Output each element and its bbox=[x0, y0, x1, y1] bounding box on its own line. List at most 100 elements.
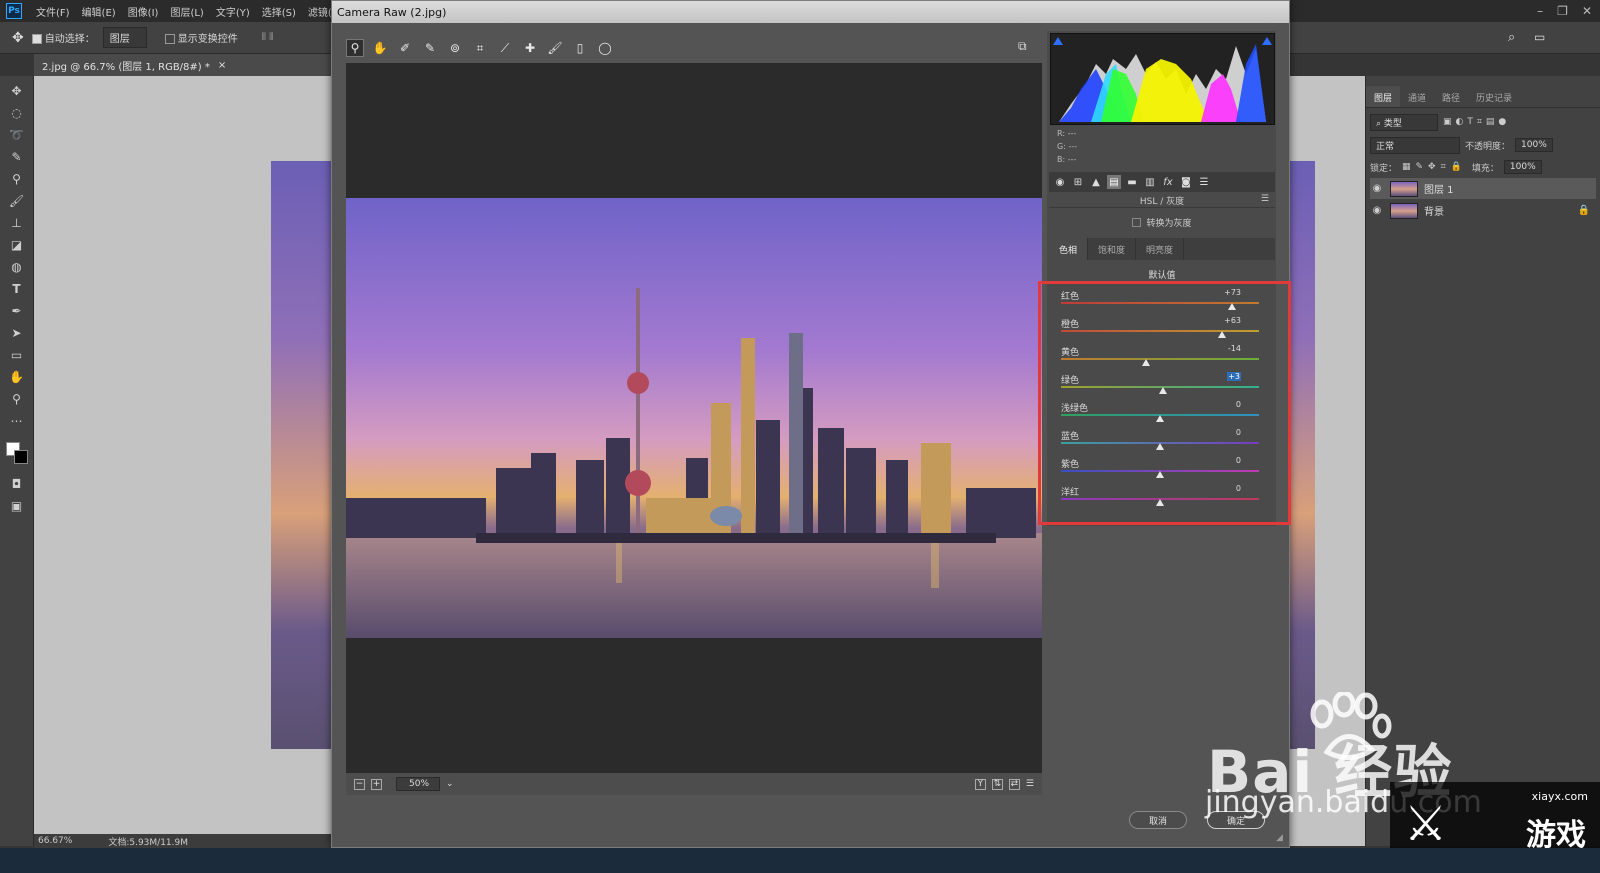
menu-edit[interactable]: 编辑(E) bbox=[76, 4, 122, 19]
copy-settings-icon[interactable]: ⇄ bbox=[1008, 778, 1020, 790]
hand-tool-icon[interactable]: ✋ bbox=[8, 368, 26, 385]
search-icon[interactable]: ⌕ bbox=[1508, 30, 1515, 45]
more-tools-icon[interactable]: ⋯ bbox=[8, 412, 26, 429]
show-transform-checkbox[interactable]: 显示变换控件 bbox=[164, 30, 238, 45]
lock-label: 锁定： bbox=[1370, 163, 1398, 174]
split-toning-panel-icon[interactable]: ▬ bbox=[1125, 175, 1139, 189]
checkbox-box[interactable] bbox=[1132, 217, 1142, 227]
preview-settings-icon[interactable]: ☰ bbox=[1026, 779, 1034, 790]
zoom-level-select[interactable]: 50% bbox=[396, 777, 441, 791]
marquee-tool-icon[interactable]: ◌ bbox=[8, 104, 26, 121]
zoom-in-button[interactable]: + bbox=[371, 778, 382, 790]
color-sampler-tool-icon[interactable]: ✎ bbox=[421, 39, 439, 57]
view-mode-icons: Y ⇅ ⇄ ☰ bbox=[974, 778, 1034, 790]
auto-select-checkbox[interactable]: 自动选择： bbox=[31, 30, 95, 45]
tab-channels[interactable]: 通道 bbox=[1400, 86, 1434, 107]
auto-select-dropdown[interactable]: 图层 bbox=[102, 27, 147, 48]
camera-calibration-icon[interactable]: ◙ bbox=[1179, 175, 1193, 189]
lens-panel-icon[interactable]: ▥ bbox=[1143, 175, 1157, 189]
open-preferences-icon[interactable]: ⧉ bbox=[1018, 39, 1034, 55]
blend-row: 正常 不透明度： 100% bbox=[1370, 136, 1596, 154]
tab-hue[interactable]: 色相 bbox=[1049, 238, 1089, 260]
workspace-icon[interactable]: ▭ bbox=[1534, 30, 1545, 44]
document-tab[interactable]: 2.jpg @ 66.7% (图层 1, RGB/8#) * × bbox=[34, 54, 334, 76]
crop-tool-icon[interactable]: ⌗ bbox=[471, 39, 489, 57]
filter-kind-select[interactable]: ⌕ 类型 bbox=[1370, 113, 1438, 131]
type-tool-icon[interactable]: T bbox=[8, 280, 26, 297]
layer-row[interactable]: ◉ 背景 🔒 bbox=[1370, 200, 1596, 221]
pen-tool-icon[interactable]: ✒ bbox=[8, 302, 26, 319]
tab-luminance[interactable]: 明亮度 bbox=[1136, 238, 1185, 260]
detail-panel-icon[interactable]: ▲ bbox=[1089, 175, 1103, 189]
adjustment-brush-icon[interactable]: 🖌 bbox=[546, 39, 564, 57]
basic-panel-icon[interactable]: ◉ bbox=[1053, 175, 1067, 189]
presets-panel-icon[interactable]: ☰ bbox=[1197, 175, 1211, 189]
eyedropper-tool-icon[interactable]: ⚲ bbox=[8, 170, 26, 187]
menu-type[interactable]: 文字(Y) bbox=[210, 4, 256, 19]
chevron-down-icon[interactable]: ⌄ bbox=[446, 779, 454, 789]
menu-image[interactable]: 图像(I) bbox=[122, 4, 165, 19]
move-tool-icon[interactable]: ✥ bbox=[8, 82, 26, 99]
quick-mask-icon[interactable]: ◘ bbox=[8, 475, 26, 492]
restore-icon[interactable]: ❐ bbox=[1557, 4, 1568, 18]
hand-tool-icon[interactable]: ✋ bbox=[371, 39, 389, 57]
background-color[interactable] bbox=[13, 450, 28, 464]
path-select-tool-icon[interactable]: ➤ bbox=[8, 324, 26, 341]
fill-input[interactable]: 100% bbox=[1503, 160, 1542, 174]
visibility-eye-icon[interactable]: ◉ bbox=[1370, 205, 1384, 216]
eraser-tool-icon[interactable]: ◪ bbox=[8, 236, 26, 253]
menu-select[interactable]: 选择(S) bbox=[256, 4, 302, 19]
lasso-tool-icon[interactable]: ➰ bbox=[8, 126, 26, 143]
opacity-input[interactable]: 100% bbox=[1515, 138, 1553, 152]
convert-grayscale-checkbox[interactable]: 转换为灰度 bbox=[1049, 214, 1275, 230]
stamp-tool-icon[interactable]: ⊥ bbox=[8, 214, 26, 231]
spot-removal-tool-icon[interactable]: ✚ bbox=[521, 39, 539, 57]
shape-tool-icon[interactable]: ▭ bbox=[8, 346, 26, 363]
filter-icons[interactable]: ▣◐T⌗▤● bbox=[1443, 117, 1510, 127]
resize-grip-icon[interactable]: ◢ bbox=[1276, 833, 1283, 843]
move-tool-icon[interactable]: ✥ bbox=[12, 30, 24, 46]
lock-icons[interactable]: ▦✎✥⌗🔒 bbox=[1402, 162, 1467, 172]
straighten-tool-icon[interactable]: ⟋ bbox=[496, 39, 514, 57]
zoom-tool-icon[interactable]: ⚲ bbox=[346, 39, 364, 57]
tab-layers[interactable]: 图层 bbox=[1366, 86, 1401, 107]
hsl-panel-icon[interactable]: ▤ bbox=[1107, 175, 1121, 189]
shadow-clipping-icon[interactable] bbox=[1053, 37, 1063, 45]
targeted-adjust-tool-icon[interactable]: ⊚ bbox=[446, 39, 464, 57]
layer-name: 图层 1 bbox=[1424, 185, 1454, 196]
minimize-icon[interactable]: – bbox=[1537, 4, 1543, 18]
bucket-tool-icon[interactable]: ◍ bbox=[8, 258, 26, 275]
swap-settings-icon[interactable]: ⇅ bbox=[991, 778, 1003, 790]
zoom-out-button[interactable]: − bbox=[354, 778, 365, 790]
tone-curve-panel-icon[interactable]: ⊞ bbox=[1071, 175, 1085, 189]
default-link[interactable]: 默认值 bbox=[1049, 268, 1275, 281]
panel-tab-icons: ◉ ⊞ ▲ ▤ ▬ ▥ fx ◙ ☰ bbox=[1049, 172, 1275, 192]
zoom-tool-icon[interactable]: ⚲ bbox=[8, 390, 26, 407]
tab-saturation[interactable]: 饱和度 bbox=[1088, 238, 1137, 260]
visibility-eye-icon[interactable]: ◉ bbox=[1370, 183, 1384, 194]
before-after-icon[interactable]: Y bbox=[974, 778, 986, 790]
tab-history[interactable]: 历史记录 bbox=[1468, 86, 1520, 107]
menu-file[interactable]: 文件(F) bbox=[30, 4, 76, 19]
quick-select-tool-icon[interactable]: ✎ bbox=[8, 148, 26, 165]
tab-paths[interactable]: 路径 bbox=[1434, 86, 1468, 107]
highlight-clipping-icon[interactable] bbox=[1262, 37, 1272, 45]
g-label: G: bbox=[1057, 142, 1066, 151]
white-balance-tool-icon[interactable]: ✐ bbox=[396, 39, 414, 57]
panel-menu-icon[interactable]: ☰ bbox=[1261, 194, 1269, 204]
dialog-titlebar: Camera Raw (2.jpg) bbox=[332, 1, 1289, 23]
close-icon[interactable]: ✕ bbox=[1582, 4, 1592, 18]
cancel-button[interactable]: 取消 bbox=[1129, 811, 1187, 829]
close-tab-icon[interactable]: × bbox=[218, 60, 226, 71]
effects-panel-icon[interactable]: fx bbox=[1161, 175, 1175, 189]
screen-mode-icon[interactable]: ▣ bbox=[8, 497, 26, 514]
radial-filter-icon[interactable]: ◯ bbox=[596, 39, 614, 57]
layer-row[interactable]: ◉ 图层 1 bbox=[1370, 178, 1596, 199]
menu-layer[interactable]: 图层(L) bbox=[164, 4, 209, 19]
brush-tool-icon[interactable]: 🖌 bbox=[8, 192, 26, 209]
blend-mode-select[interactable]: 正常 bbox=[1370, 136, 1460, 154]
image-preview[interactable] bbox=[346, 63, 1042, 773]
align-icons[interactable]: ⫴ ⫴ bbox=[262, 32, 274, 43]
graduated-filter-icon[interactable]: ▯ bbox=[571, 39, 589, 57]
color-swatches[interactable] bbox=[5, 442, 28, 464]
